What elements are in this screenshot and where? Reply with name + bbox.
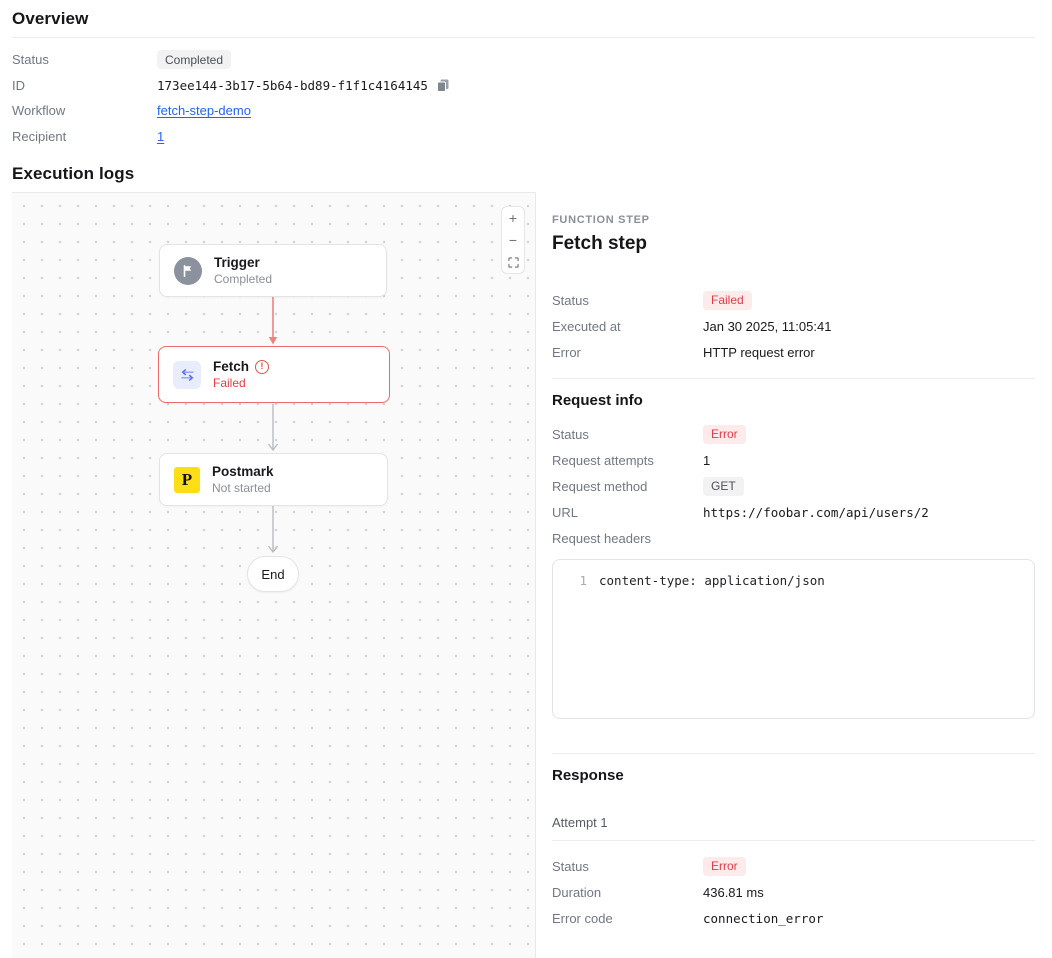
- node-postmark-status: Not started: [212, 481, 274, 495]
- overview-recipient-label: Recipient: [12, 129, 157, 144]
- execution-detail-page: Overview Status Completed ID 173ee144-3b…: [0, 0, 1052, 958]
- summary-row-status: Status Failed: [552, 287, 1035, 313]
- summary-row-executed-at: Executed at Jan 30 2025, 11:05:41: [552, 313, 1035, 339]
- request-status-badge: Error: [703, 425, 746, 444]
- step-detail-panel: FUNCTION STEP Fetch step Status Failed E…: [536, 192, 1035, 958]
- overview-workflow-label: Workflow: [12, 103, 157, 118]
- overview-kv-list: Status Completed ID 173ee144-3b17-5b64-b…: [12, 38, 1035, 155]
- summary-row-error: Error HTTP request error: [552, 339, 1035, 365]
- node-end[interactable]: End: [247, 556, 299, 592]
- request-status-label: Status: [552, 427, 703, 442]
- workflow-link[interactable]: fetch-step-demo: [157, 103, 251, 118]
- node-fetch-status: Failed: [213, 376, 269, 390]
- response-row-status: Status Error: [552, 853, 1035, 879]
- request-row-attempts: Request attempts 1: [552, 447, 1035, 473]
- request-attempts-label: Request attempts: [552, 453, 703, 468]
- node-postmark[interactable]: P Postmark Not started: [159, 453, 388, 506]
- request-info-divider: [552, 378, 1035, 379]
- request-row-url: URL https://foobar.com/api/users/2: [552, 499, 1035, 525]
- response-duration-label: Duration: [552, 885, 703, 900]
- node-fetch-title: Fetch: [213, 359, 249, 374]
- workflow-canvas[interactable]: Trigger Completed: [12, 192, 536, 958]
- request-headers-label: Request headers: [552, 531, 703, 546]
- summary-executed-label: Executed at: [552, 319, 703, 334]
- overview-row-recipient: Recipient 1: [12, 124, 1035, 150]
- attempt-divider: [552, 840, 1035, 841]
- response-status-badge: Error: [703, 857, 746, 876]
- step-summary-rows: Status Failed Executed at Jan 30 2025, 1…: [552, 287, 1035, 365]
- zoom-in-button[interactable]: +: [502, 207, 524, 229]
- attempt-label: Attempt 1: [552, 815, 1035, 830]
- node-trigger-title: Trigger: [214, 255, 272, 270]
- transaction-id-value: 173ee144-3b17-5b64-bd89-f1f1c4164145: [157, 78, 428, 93]
- node-fetch[interactable]: Fetch ! Failed: [158, 346, 390, 403]
- canvas-zoom-controls: + −: [501, 206, 525, 274]
- connector-postmark-end: [266, 506, 280, 554]
- overview-row-id: ID 173ee144-3b17-5b64-bd89-f1f1c4164145: [12, 73, 1035, 99]
- flag-icon: [174, 257, 202, 285]
- response-title: Response: [552, 767, 1035, 784]
- copy-id-button[interactable]: [434, 78, 452, 92]
- response-error-code-value: connection_error: [703, 911, 823, 926]
- swap-arrows-icon: [173, 361, 201, 389]
- overview-row-workflow: Workflow fetch-step-demo: [12, 98, 1035, 124]
- executed-at-value: Jan 30 2025, 11:05:41: [703, 319, 831, 334]
- fit-view-button[interactable]: [502, 251, 524, 273]
- code-line: 1 content-type: application/json: [565, 573, 1022, 588]
- error-alert-icon: !: [255, 360, 269, 374]
- code-line-content: content-type: application/json: [599, 573, 825, 588]
- request-row-headers: Request headers: [552, 525, 1035, 551]
- connector-trigger-fetch: [266, 297, 280, 346]
- request-attempts-value: 1: [703, 453, 710, 468]
- node-postmark-title: Postmark: [212, 464, 274, 479]
- request-url-value: https://foobar.com/api/users/2: [703, 505, 929, 520]
- request-url-label: URL: [552, 505, 703, 520]
- request-headers-code-editor[interactable]: 1 content-type: application/json: [552, 559, 1035, 719]
- response-row-error-code: Error code connection_error: [552, 905, 1035, 931]
- response-rows: Status Error Duration 436.81 ms Error co…: [552, 853, 1035, 931]
- connector-fetch-postmark: [266, 404, 280, 452]
- request-row-status: Status Error: [552, 421, 1035, 447]
- postmark-logo-icon: P: [174, 467, 200, 493]
- overview-status-label: Status: [12, 52, 157, 67]
- copy-icon: [436, 78, 450, 92]
- overview-row-status: Status Completed: [12, 47, 1035, 73]
- node-end-label: End: [261, 567, 284, 582]
- response-status-label: Status: [552, 859, 703, 874]
- fit-view-icon: [508, 257, 519, 268]
- overview-title: Overview: [12, 0, 1035, 37]
- overview-id-label: ID: [12, 78, 157, 93]
- step-status-badge: Failed: [703, 291, 752, 310]
- zoom-out-button[interactable]: −: [502, 229, 524, 251]
- step-title: Fetch step: [552, 233, 1035, 255]
- error-value: HTTP request error: [703, 345, 815, 360]
- recipient-link[interactable]: 1: [157, 129, 164, 144]
- request-info-rows: Status Error Request attempts 1 Request …: [552, 421, 1035, 551]
- response-error-code-label: Error code: [552, 911, 703, 926]
- status-badge: Completed: [157, 50, 231, 69]
- node-trigger[interactable]: Trigger Completed: [159, 244, 387, 297]
- response-row-duration: Duration 436.81 ms: [552, 879, 1035, 905]
- execution-logs-body: Trigger Completed: [12, 192, 1035, 958]
- request-method-badge: GET: [703, 477, 744, 496]
- summary-status-label: Status: [552, 293, 703, 308]
- request-method-label: Request method: [552, 479, 703, 494]
- step-type-kicker: FUNCTION STEP: [552, 214, 1035, 226]
- node-trigger-status: Completed: [214, 272, 272, 286]
- summary-error-label: Error: [552, 345, 703, 360]
- request-info-title: Request info: [552, 392, 1035, 409]
- request-row-method: Request method GET: [552, 473, 1035, 499]
- response-duration-value: 436.81 ms: [703, 885, 764, 900]
- response-divider: [552, 753, 1035, 754]
- execution-logs-title: Execution logs: [12, 155, 1035, 192]
- code-line-number: 1: [565, 573, 587, 588]
